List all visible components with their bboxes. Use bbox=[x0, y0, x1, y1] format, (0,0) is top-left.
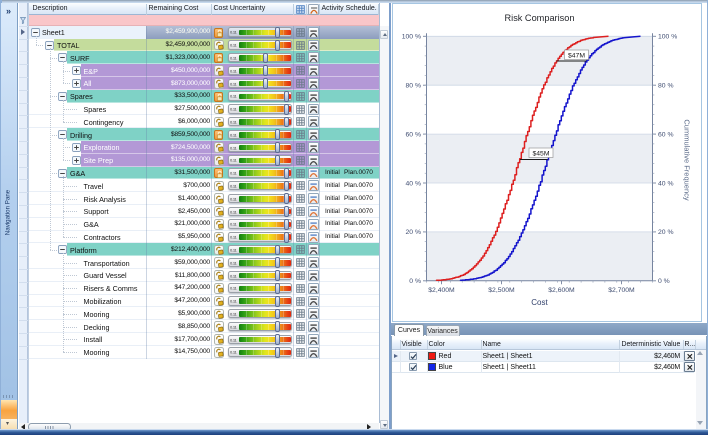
svg-text:$2,700M: $2,700M bbox=[608, 287, 635, 294]
svg-text:Cummulative Frequency: Cummulative Frequency bbox=[682, 119, 691, 201]
svg-text:$47M: $47M bbox=[567, 53, 584, 60]
svg-text:80 %: 80 % bbox=[405, 83, 421, 90]
svg-text:40 %: 40 % bbox=[658, 180, 674, 187]
svg-text:Cost: Cost bbox=[531, 298, 548, 307]
svg-text:100 %: 100 % bbox=[658, 34, 677, 41]
svg-text:20 %: 20 % bbox=[658, 229, 674, 236]
svg-text:$2,500M: $2,500M bbox=[488, 287, 515, 294]
svg-text:$2,600M: $2,600M bbox=[548, 287, 575, 294]
svg-text:Risk Comparison: Risk Comparison bbox=[504, 13, 574, 23]
svg-text:60 %: 60 % bbox=[658, 131, 674, 138]
svg-text:0 %: 0 % bbox=[658, 278, 670, 285]
svg-text:$45M: $45M bbox=[532, 151, 549, 158]
svg-text:80 %: 80 % bbox=[658, 83, 674, 90]
svg-text:40 %: 40 % bbox=[405, 180, 421, 187]
svg-text:60 %: 60 % bbox=[405, 131, 421, 138]
svg-text:$2,400M: $2,400M bbox=[428, 287, 455, 294]
svg-text:0 %: 0 % bbox=[409, 278, 421, 285]
svg-text:100 %: 100 % bbox=[401, 34, 420, 41]
svg-text:20 %: 20 % bbox=[405, 229, 421, 236]
